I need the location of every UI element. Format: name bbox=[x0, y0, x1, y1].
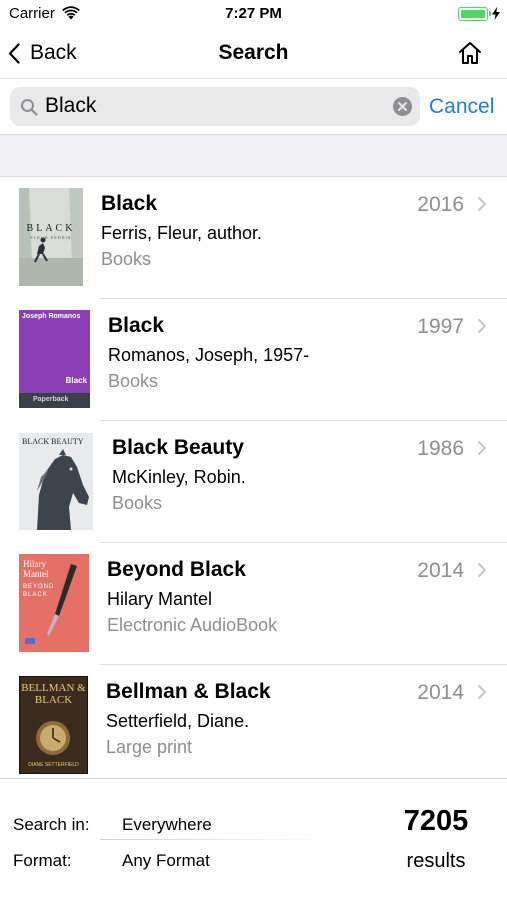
cover-title: BLACK BEAUTY bbox=[22, 437, 84, 446]
book-cover: BLACK FLEUR FERRIS bbox=[19, 188, 83, 286]
format-selector[interactable]: Any Format bbox=[122, 851, 210, 871]
result-title: Black bbox=[108, 314, 165, 337]
navigation-bar: Back Search bbox=[0, 28, 507, 78]
result-format: Books bbox=[108, 371, 159, 391]
cover-band: Paperback bbox=[19, 393, 90, 408]
battery-tip bbox=[489, 11, 491, 16]
search-query: Black bbox=[45, 94, 97, 117]
result-row[interactable]: BELLMAN & BLACK DIANE SETTERFIELD Bellma… bbox=[0, 665, 507, 778]
result-row[interactable]: Joseph Romanos Black Paperback Black Rom… bbox=[0, 299, 507, 421]
result-format: Large print bbox=[106, 737, 193, 757]
cover-author: DIANE SETTERFIELD bbox=[28, 762, 79, 768]
result-year: 1997 bbox=[417, 315, 464, 338]
result-author: Hilary Mantel bbox=[107, 589, 213, 609]
result-author: Setterfield, Diane. bbox=[106, 711, 250, 731]
result-format: Books bbox=[101, 249, 152, 269]
result-title: Bellman & Black bbox=[106, 680, 271, 703]
home-icon[interactable] bbox=[457, 40, 483, 66]
cover-author: FLEUR FERRIS bbox=[30, 235, 72, 240]
book-cover: BELLMAN & BLACK DIANE SETTERFIELD bbox=[19, 676, 88, 774]
result-row[interactable]: BLACK FLEUR FERRIS Black Ferris, Fleur, … bbox=[0, 177, 507, 299]
chevron-right-icon bbox=[478, 441, 486, 455]
chevron-right-icon bbox=[478, 685, 486, 699]
book-cover: Hilary Mantel BEYOND BLACK bbox=[19, 554, 89, 652]
chevron-right-icon bbox=[478, 319, 486, 333]
search-input[interactable]: Black bbox=[10, 87, 420, 126]
search-bar: Black Cancel bbox=[0, 78, 507, 134]
section-spacer bbox=[0, 134, 507, 177]
cancel-button[interactable]: Cancel bbox=[429, 95, 494, 119]
result-author: McKinley, Robin. bbox=[112, 467, 246, 487]
cover-title: BLACK bbox=[26, 223, 76, 234]
result-title: Black Beauty bbox=[112, 436, 244, 459]
result-author: Ferris, Fleur, author. bbox=[101, 223, 263, 243]
search-in-label: Search in: bbox=[13, 815, 90, 834]
chevron-right-icon bbox=[478, 563, 486, 577]
result-year: 2016 bbox=[417, 193, 464, 216]
result-year: 2014 bbox=[417, 559, 464, 582]
results-count: 7205 bbox=[403, 805, 469, 837]
result-author: Romanos, Joseph, 1957- bbox=[108, 345, 310, 365]
result-year: 1986 bbox=[417, 437, 464, 460]
battery-icon bbox=[458, 7, 488, 21]
result-year: 2014 bbox=[417, 681, 464, 704]
result-format: Electronic AudioBook bbox=[107, 615, 278, 635]
footer-divider bbox=[100, 839, 330, 840]
results-count-label: results bbox=[406, 850, 466, 872]
format-label: Format: bbox=[13, 851, 72, 870]
result-format: Books bbox=[112, 493, 163, 513]
search-options-footer: Search in: Everywhere Format: Any Format… bbox=[0, 778, 507, 900]
status-bar: Carrier 7:27 PM bbox=[0, 0, 507, 28]
result-title: Black bbox=[101, 192, 158, 215]
clear-search-icon[interactable] bbox=[393, 97, 412, 116]
page-title: Search bbox=[218, 41, 289, 64]
cover-title: Black bbox=[65, 376, 87, 385]
cover-title: BELLMAN & BLACK bbox=[21, 682, 86, 706]
book-cover: BLACK BEAUTY bbox=[19, 433, 93, 530]
charging-bolt-icon bbox=[492, 7, 500, 20]
chevron-right-icon bbox=[478, 197, 486, 211]
search-in-selector[interactable]: Everywhere bbox=[122, 815, 212, 835]
cover-band-label: Paperback bbox=[33, 396, 69, 403]
cover-author: Joseph Romanos bbox=[22, 313, 81, 320]
search-icon bbox=[21, 99, 38, 116]
result-row[interactable]: BLACK BEAUTY Black Beauty McKinley, Robi… bbox=[0, 421, 507, 543]
cover-author: Hilary Mantel bbox=[23, 559, 49, 579]
status-time: 7:27 PM bbox=[225, 5, 282, 22]
book-cover: Joseph Romanos Black Paperback bbox=[19, 310, 90, 408]
result-row[interactable]: Hilary Mantel BEYOND BLACK Beyond Black … bbox=[0, 543, 507, 665]
result-title: Beyond Black bbox=[107, 558, 246, 581]
cover-title: BEYOND BLACK bbox=[23, 584, 55, 598]
